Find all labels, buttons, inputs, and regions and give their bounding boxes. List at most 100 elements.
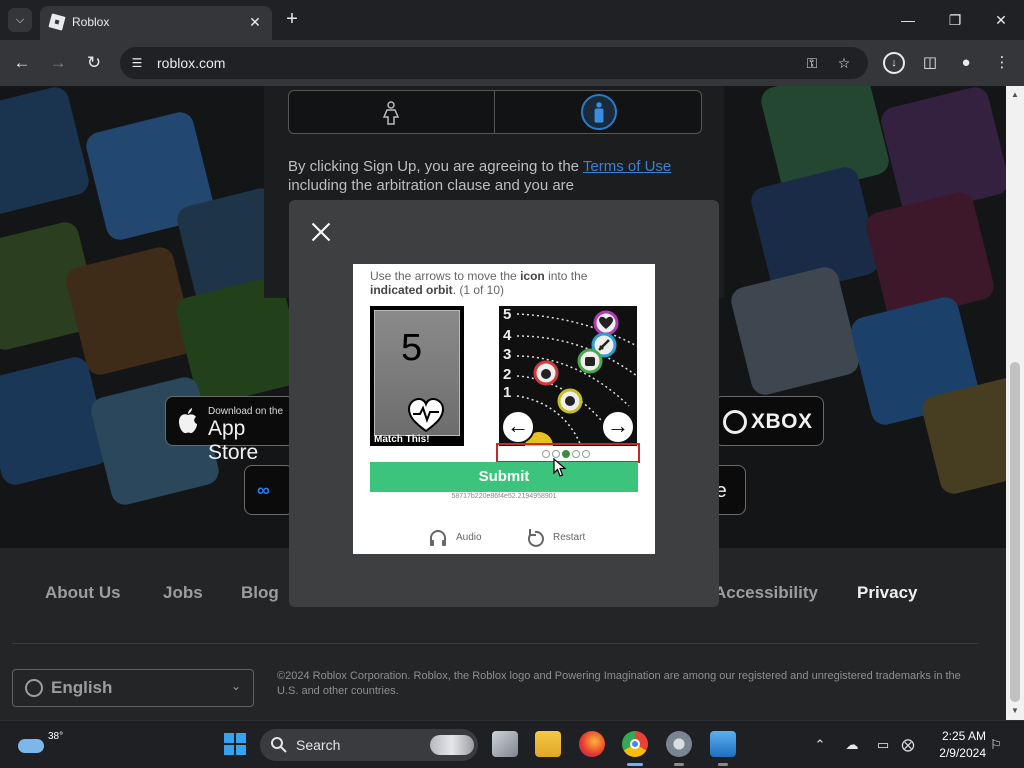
orbit-number: 1	[503, 384, 512, 401]
target-orbit-number: 5	[401, 327, 423, 369]
chrome-icon[interactable]	[622, 731, 648, 757]
weather-widget[interactable]: 38°	[18, 731, 63, 757]
instr-part: Use the arrows to move the	[370, 269, 521, 283]
back-arrow-icon[interactable]: ←	[10, 51, 34, 75]
meta-quest-badge[interactable]: ∞	[244, 465, 294, 515]
headphones-icon	[430, 530, 446, 546]
taskbar-search[interactable]: Search	[260, 729, 478, 761]
minimize-icon[interactable]: —	[893, 8, 923, 32]
captcha-widget: Use the arrows to move the icon into the…	[353, 264, 655, 554]
app-store-small-text: Download on the	[208, 406, 284, 417]
language-value: English	[51, 678, 113, 697]
display-icon[interactable]: ▭	[873, 735, 893, 755]
side-panel-icon[interactable]: ◫	[919, 52, 941, 74]
footer-link-about-us[interactable]: About Us	[45, 583, 121, 603]
network-off-icon[interactable]: ☁	[842, 735, 862, 755]
left-arrow-button[interactable]: ←	[501, 410, 535, 444]
site-info-tune-icon[interactable]: ☰	[128, 54, 146, 72]
flower-icon	[557, 388, 583, 414]
forward-arrow-icon[interactable]: →	[46, 51, 70, 75]
match-this-label: Match This!	[374, 434, 430, 445]
copyright-text: ©2024 Roblox Corporation. Roblox, the Ro…	[277, 670, 961, 697]
step-dot	[572, 450, 580, 458]
chrome-active-indicator	[627, 763, 643, 766]
orbit-step-indicator	[496, 443, 640, 463]
url-text[interactable]: roblox.com	[157, 55, 225, 71]
footer-divider	[12, 643, 978, 644]
terms-of-use-link[interactable]: Terms of Use	[583, 158, 671, 175]
new-tab-plus-icon[interactable]: +	[282, 9, 302, 29]
scrollbar-thumb[interactable]	[1010, 362, 1020, 702]
tray-chevron-up-icon[interactable]: ⌃	[810, 735, 830, 755]
step-dot-active	[562, 450, 570, 458]
target-card: 5 Match This!	[370, 306, 464, 446]
restart-icon	[528, 529, 544, 547]
orbit-number: 3	[503, 346, 512, 363]
scroll-down-arrow-icon[interactable]: ▼	[1006, 704, 1024, 718]
step-dot	[582, 450, 590, 458]
notification-bell-icon[interactable]: ⚐	[986, 735, 1006, 755]
browser-tab-bar: ⌵ Roblox ✕ + — ❐ ✕	[0, 0, 1024, 40]
target-card-inner: 5	[374, 310, 460, 436]
gender-selector	[288, 90, 702, 134]
photos-app-icon[interactable]	[710, 731, 736, 757]
scroll-up-arrow-icon[interactable]: ▲	[1006, 88, 1024, 102]
audio-label: Audio	[456, 532, 482, 543]
photos-active-indicator	[718, 763, 728, 766]
task-view-icon[interactable]	[492, 731, 518, 757]
orbit-number: 4	[503, 327, 512, 344]
right-arrow-button[interactable]: →	[601, 410, 635, 444]
firefox-icon[interactable]	[579, 731, 605, 757]
session-id-text: 58717b220e86f4e52.2194958901	[451, 493, 557, 500]
temperature: 38°	[48, 731, 64, 742]
browser-toolbar: ← → ↻ ☰ roblox.com ⚿ ☆ ↓ ◫ ● ⋮	[0, 40, 1024, 86]
female-icon	[382, 101, 400, 125]
file-explorer-icon[interactable]	[535, 731, 561, 757]
search-label: Search	[296, 737, 341, 753]
tab-close-icon[interactable]: ✕	[246, 13, 264, 31]
page-scrollbar[interactable]: ▲ ▼	[1006, 86, 1024, 720]
submit-button[interactable]: Submit	[370, 462, 638, 492]
apple-icon	[179, 408, 197, 434]
reload-icon[interactable]: ↻	[82, 51, 106, 75]
male-icon	[581, 94, 617, 130]
instr-part: . (1 of 10)	[452, 283, 505, 297]
windows-taskbar: 38° Search ⌃ ☁ ▭ ⨂ 2:25 AM 2/9/2024 ⚐	[0, 720, 1024, 768]
apple-fruit-icon	[533, 360, 559, 386]
volume-muted-icon[interactable]: ⨂	[898, 735, 918, 755]
hand-icon	[577, 348, 603, 374]
orbit-puzzle-image: 5 4 3 2 1 ← →	[499, 306, 637, 446]
profile-icon[interactable]: ●	[955, 52, 977, 74]
download-icon[interactable]: ↓	[883, 52, 905, 74]
browser-tab-roblox[interactable]: Roblox ✕	[40, 6, 272, 40]
windows-start-icon[interactable]	[224, 733, 246, 755]
meta-icon: ∞	[257, 480, 270, 500]
gender-male-button[interactable]	[495, 91, 701, 133]
settings-gear-icon[interactable]	[666, 731, 692, 757]
terms-suffix: including the arbitration clause and you…	[288, 177, 575, 194]
system-clock[interactable]: 2:25 AM 2/9/2024	[928, 728, 986, 762]
tab-search-chevron-icon[interactable]: ⌵	[8, 8, 32, 32]
restore-icon[interactable]: ❐	[940, 8, 970, 32]
app-store-badge[interactable]: Download on the App Store	[165, 396, 295, 464]
password-key-icon[interactable]: ⚿	[802, 53, 822, 73]
bookmark-star-icon[interactable]: ☆	[834, 53, 854, 73]
footer-link-jobs[interactable]: Jobs	[163, 583, 203, 603]
modal-close-icon[interactable]	[309, 220, 333, 244]
footer-link-privacy[interactable]: Privacy	[857, 583, 918, 603]
menu-kebab-icon[interactable]: ⋮	[991, 52, 1013, 74]
search-highlight-art	[430, 735, 474, 755]
xbox-badge[interactable]: XBOX	[714, 396, 824, 446]
instr-bold-orbit: indicated orbit	[370, 283, 453, 297]
terms-prefix: By clicking Sign Up, you are agreeing to…	[288, 158, 583, 175]
step-dot	[552, 450, 560, 458]
instr-bold-icon: icon	[520, 269, 545, 283]
language-select[interactable]: English ⌄	[12, 669, 254, 707]
footer-link-accessibility[interactable]: Accessibility	[714, 583, 818, 603]
tab-title: Roblox	[72, 15, 110, 29]
footer-link-blog[interactable]: Blog	[241, 583, 279, 603]
address-bar[interactable]: ☰ roblox.com ⚿ ☆	[120, 47, 868, 79]
gender-female-button[interactable]	[289, 91, 495, 133]
step-dot	[542, 450, 550, 458]
window-close-icon[interactable]: ✕	[986, 8, 1016, 32]
